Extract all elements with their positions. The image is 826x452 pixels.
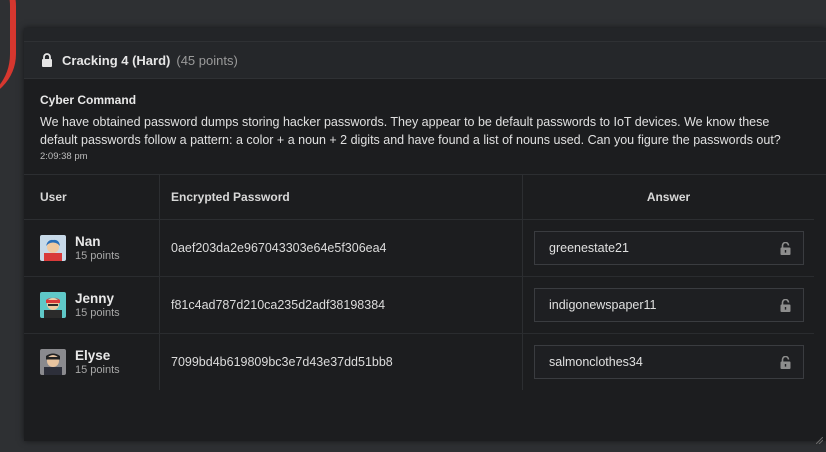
answers-table: User Encrypted Password Answer Nan 15 po… [24,175,814,390]
user-points: 15 points [75,363,120,376]
answer-cell: indigonewspaper11 [522,276,814,334]
message-text: We have obtained password dumps storing … [40,115,781,147]
lock-icon [41,53,53,67]
user-cell: Jenny 15 points [24,276,160,334]
user-points: 15 points [75,249,120,262]
unlock-icon [780,241,791,255]
table-row: Elyse 15 points 7099bd4b619809bc3e7d43e3… [24,333,815,391]
column-header-user: User [24,175,160,220]
answer-field[interactable]: greenestate21 [534,231,804,265]
answer-field[interactable]: salmonclothes34 [534,345,804,379]
answer-field[interactable]: indigonewspaper11 [534,288,804,322]
avatar [40,235,66,261]
user-points: 15 points [75,306,120,319]
password-cell: 7099bd4b619809bc3e7d43e37dd51bb8 [159,333,523,390]
user-name: Elyse [75,347,111,363]
panel-top-bar [24,28,826,41]
answer-value: indigonewspaper11 [549,298,657,312]
challenge-message: Cyber Command We have obtained password … [24,79,826,175]
background-accent-arc [0,0,16,100]
table-row: Nan 15 points 0aef203da2e967043303e64e5f… [24,219,814,277]
answer-value: salmonclothes34 [549,355,643,369]
user-name: Nan [75,233,101,249]
answer-cell: greenestate21 [522,219,814,277]
unlock-icon [780,298,791,312]
table-header-row: User Encrypted Password Answer [24,175,814,220]
message-author: Cyber Command [40,93,137,107]
answer-value: greenestate21 [549,241,629,255]
unlock-icon [780,355,791,369]
answer-cell: salmonclothes34 [523,334,815,391]
password-cell: 0aef203da2e967043303e64e5f306ea4 [159,219,523,277]
avatar [40,349,66,375]
column-header-encrypted-password: Encrypted Password [159,175,523,220]
user-cell: Elyse 15 points [24,334,160,391]
challenge-panel: Cracking 4 (Hard) (45 points) Cyber Comm… [24,28,826,445]
encrypted-password: f81c4ad787d210ca235d2adf38198384 [171,298,386,312]
challenge-header: Cracking 4 (Hard) (45 points) [24,41,826,79]
password-cell: f81c4ad787d210ca235d2adf38198384 [159,276,523,334]
encrypted-password: 7099bd4b619809bc3e7d43e37dd51bb8 [171,355,393,369]
avatar [40,292,66,318]
column-header-answer: Answer [522,175,814,220]
resize-grip-icon[interactable] [815,431,824,445]
encrypted-password: 0aef203da2e967043303e64e5f306ea4 [171,241,387,255]
challenge-points: (45 points) [176,52,238,68]
table-row: Jenny 15 points f81c4ad787d210ca235d2adf… [24,276,814,334]
user-cell: Nan 15 points [24,219,160,277]
challenge-title: Cracking 4 (Hard) [62,52,171,68]
user-name: Jenny [75,290,115,306]
message-timestamp: 2:09:38 pm [40,151,88,162]
